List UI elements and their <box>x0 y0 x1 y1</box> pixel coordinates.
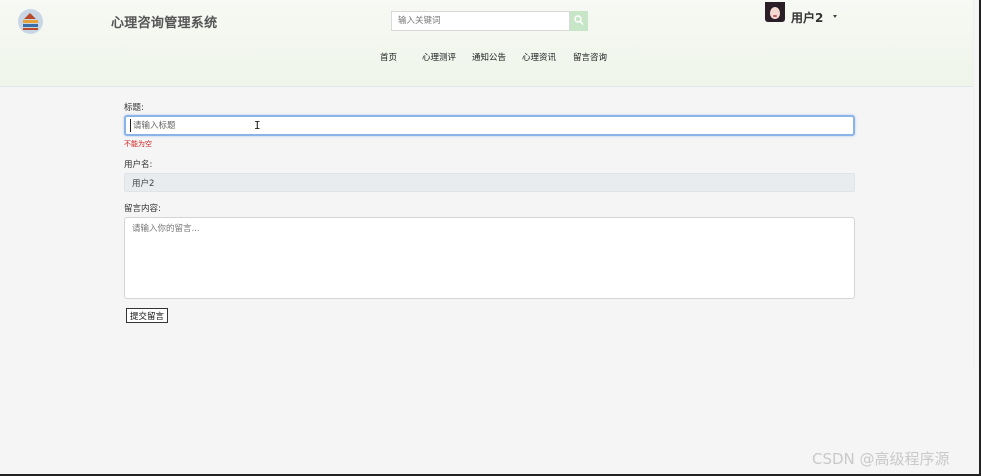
chevron-down-icon[interactable] <box>833 15 837 18</box>
nav-item-home[interactable]: 首页 <box>380 51 397 63</box>
title-label: 标题: <box>124 103 144 113</box>
header: 心理咨询管理系统 用户2 首页 心理测评 通知公告 心理资讯 留言咨询 <box>0 0 979 87</box>
username-label: 用户名: <box>124 160 153 170</box>
site-logo-icon[interactable] <box>18 9 43 34</box>
message-content-textarea[interactable] <box>124 217 855 299</box>
nav-item-consultation[interactable]: 留言咨询 <box>573 51 607 63</box>
nav-item-news[interactable]: 心理资讯 <box>522 51 556 63</box>
avatar[interactable] <box>765 2 785 22</box>
ibeam-cursor-icon: I <box>254 119 261 132</box>
user-menu-name[interactable]: 用户2 <box>791 9 823 26</box>
search-icon <box>574 15 584 26</box>
title-input[interactable] <box>124 115 855 136</box>
nav-item-assessment[interactable]: 心理测评 <box>422 51 456 63</box>
page: 心理咨询管理系统 用户2 首页 心理测评 通知公告 心理资讯 留言咨询 标题: … <box>0 0 981 476</box>
scrollbar[interactable] <box>973 0 979 370</box>
watermark: CSDN @高级程序源 <box>812 450 950 468</box>
site-title: 心理咨询管理系统 <box>111 16 218 31</box>
content-label: 留言内容: <box>124 204 161 214</box>
nav-item-notices[interactable]: 通知公告 <box>472 51 506 63</box>
text-cursor <box>130 119 131 132</box>
main-nav: 首页 心理测评 通知公告 心理资讯 留言咨询 <box>0 51 979 65</box>
search-button[interactable] <box>570 11 588 31</box>
username-field <box>124 173 855 192</box>
search-input[interactable] <box>391 11 570 31</box>
submit-message-button[interactable]: 提交留言 <box>126 308 168 323</box>
title-error-message: 不能为空 <box>124 140 152 148</box>
